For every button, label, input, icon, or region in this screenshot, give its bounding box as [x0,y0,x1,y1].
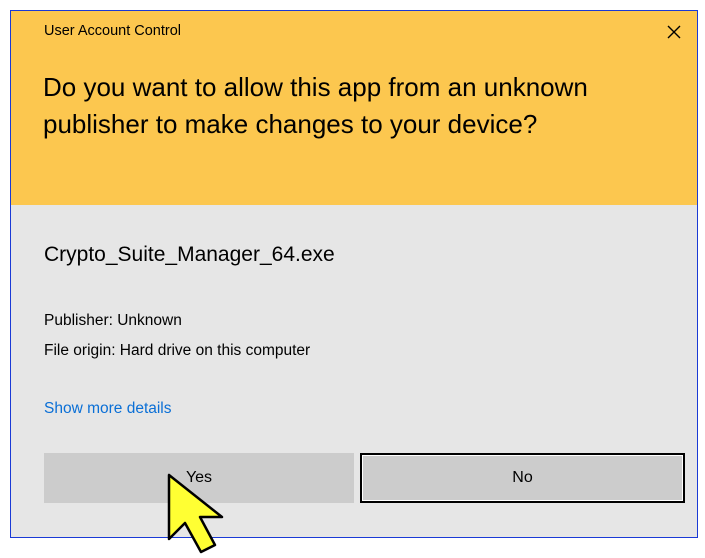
dialog-question: Do you want to allow this app from an un… [43,72,588,139]
mouse-pointer-icon [167,473,224,554]
show-more-details-link[interactable]: Show more details [44,400,172,418]
close-button[interactable] [659,17,689,47]
no-button[interactable]: No [360,453,685,503]
dialog-title: User Account Control [44,23,182,39]
close-icon [667,25,681,39]
publisher-info: Publisher: Unknown [44,312,182,329]
uac-dialog: User Account Control Do you want to allo… [10,10,698,538]
dialog-header: User Account Control Do you want to allo… [11,11,697,205]
file-origin-info: File origin: Hard drive on this computer [44,342,311,359]
app-name: Crypto_Suite_Manager_64.exe [44,243,335,266]
no-button-label: No [512,469,533,486]
